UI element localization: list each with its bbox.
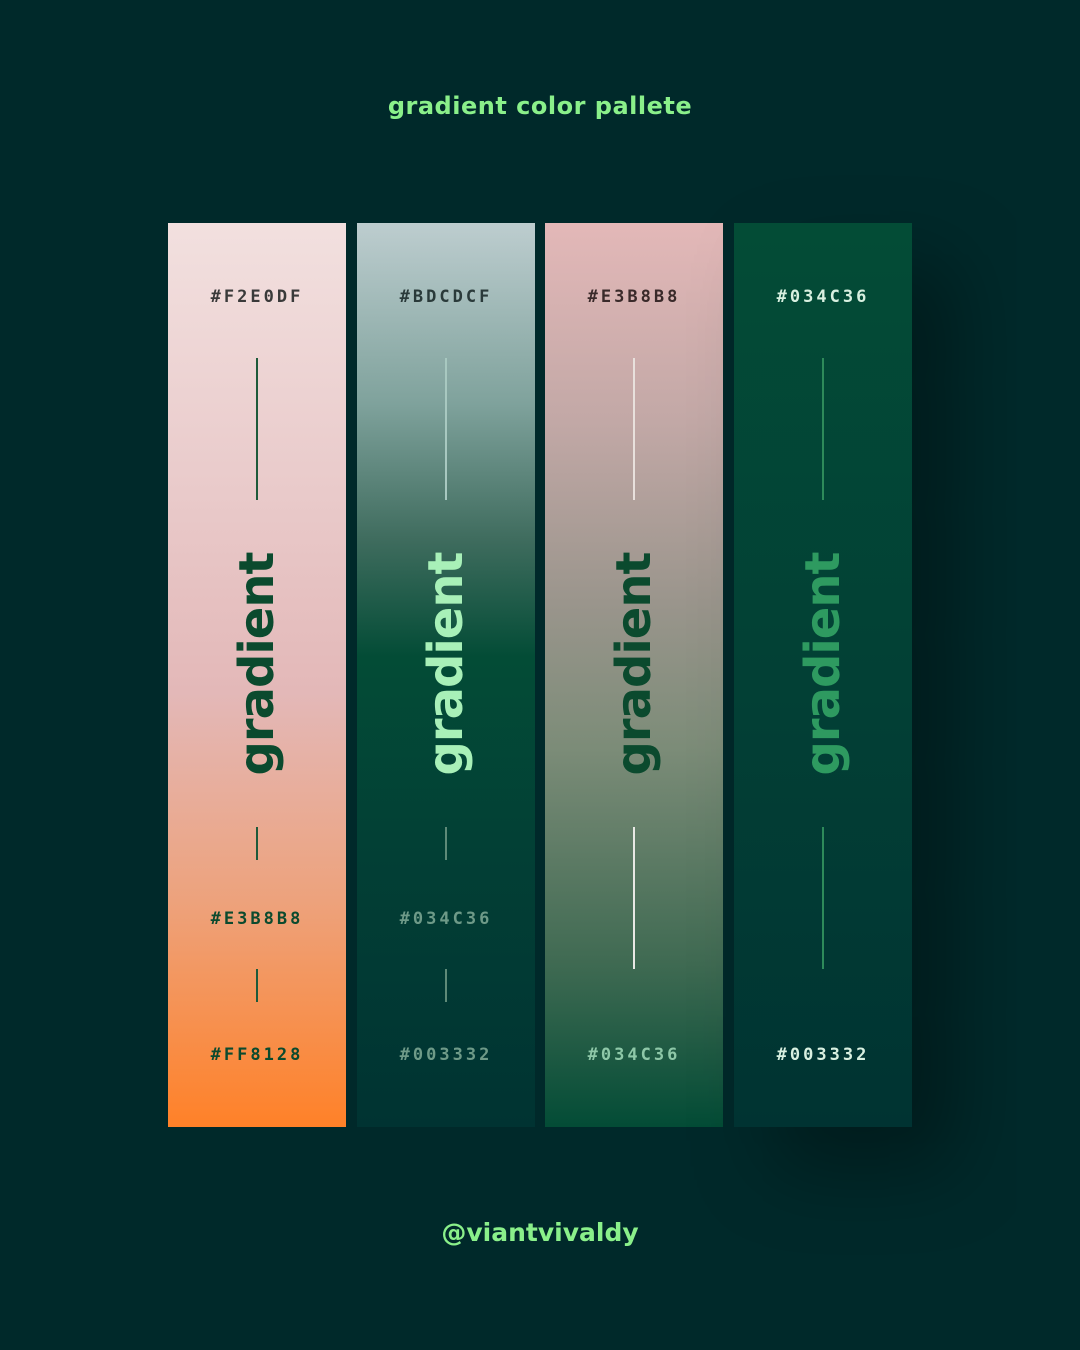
hex-top-label: #F2E0DF (210, 287, 304, 307)
gradient-word: gradient (795, 552, 851, 776)
gradient-strip-4: #034C36 gradient #003332 (734, 223, 912, 1127)
divider-line (256, 827, 258, 860)
page-title: gradient color pallete (387, 92, 693, 120)
hex-top-label: #E3B8B8 (587, 287, 681, 307)
divider-line (822, 358, 824, 500)
divider-line (822, 827, 824, 969)
hex-bottom-label: #034C36 (587, 1045, 681, 1065)
hex-top-label: #BDCDCF (399, 287, 493, 307)
gradient-strip-2: #BDCDCF gradient #034C36 #003332 (357, 223, 535, 1127)
divider-line (633, 358, 635, 500)
author-handle: @viantvivaldy (441, 1218, 639, 1247)
divider-line (633, 827, 635, 969)
hex-bottom-label: #003332 (776, 1045, 870, 1065)
gradient-word: gradient (229, 552, 285, 776)
divider-line (445, 358, 447, 500)
gradient-word: gradient (418, 552, 474, 776)
gradient-strip-3: #E3B8B8 gradient #034C36 (545, 223, 723, 1127)
gradient-word: gradient (606, 552, 662, 776)
divider-line (445, 969, 447, 1002)
hex-bottom-label: #FF8128 (210, 1045, 304, 1065)
divider-line (256, 969, 258, 1002)
hex-bottom-label: #003332 (399, 1045, 493, 1065)
divider-line (445, 827, 447, 860)
hex-middle-label: #E3B8B8 (210, 909, 304, 929)
gradient-strips: #F2E0DF gradient #E3B8B8 #FF8128 #BDCDCF… (168, 223, 912, 1127)
gradient-strip-1: #F2E0DF gradient #E3B8B8 #FF8128 (168, 223, 346, 1127)
hex-top-label: #034C36 (776, 287, 870, 307)
hex-middle-label: #034C36 (399, 909, 493, 929)
divider-line (256, 358, 258, 500)
palette-poster: gradient color pallete #F2E0DF gradient … (0, 0, 1080, 1350)
